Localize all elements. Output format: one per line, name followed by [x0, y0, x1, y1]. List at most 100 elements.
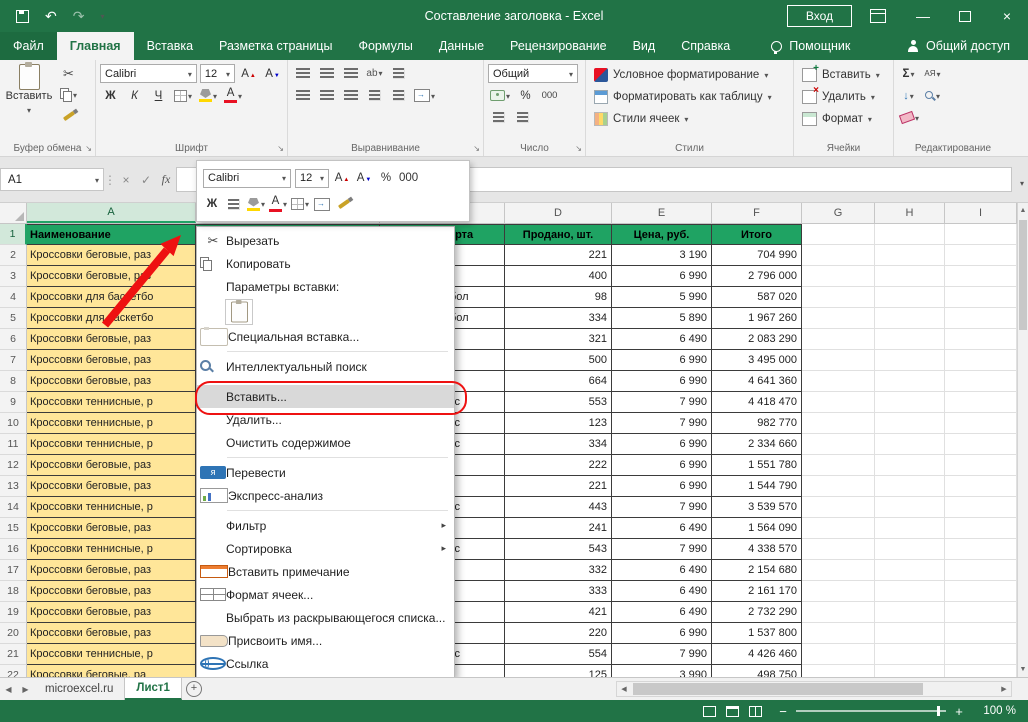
- cell-D3[interactable]: 400: [505, 266, 612, 287]
- cell-D20[interactable]: 220: [505, 623, 612, 644]
- cell-F12[interactable]: 1 551 780: [712, 455, 802, 476]
- cell-H7[interactable]: [875, 350, 945, 371]
- cell-F21[interactable]: 4 426 460: [712, 644, 802, 665]
- cell-D2[interactable]: 221: [505, 245, 612, 266]
- row-header-5[interactable]: 5: [0, 308, 27, 329]
- cell-D18[interactable]: 333: [505, 581, 612, 602]
- cell-E12[interactable]: 6 990: [612, 455, 712, 476]
- context-menu-item-cut[interactable]: Вырезать: [197, 229, 454, 252]
- cell-F15[interactable]: 1 564 090: [712, 518, 802, 539]
- mini-format-painter-button[interactable]: [335, 194, 353, 214]
- column-header-D[interactable]: D: [505, 203, 612, 223]
- fill-color-button[interactable]: [197, 86, 219, 105]
- delete-cells-button[interactable]: Удалить: [798, 86, 889, 108]
- align-middle-button[interactable]: [316, 64, 337, 83]
- row-header-12[interactable]: 12: [0, 455, 27, 476]
- cell-G4[interactable]: [802, 287, 875, 308]
- cell-A15[interactable]: Кроссовки беговые, раз: [27, 518, 196, 539]
- cell-E1[interactable]: Цена, руб.: [612, 224, 712, 245]
- cell-H9[interactable]: [875, 392, 945, 413]
- share-button[interactable]: Общий доступ: [907, 32, 1028, 60]
- tab-5[interactable]: Данные: [426, 32, 497, 60]
- cell-A16[interactable]: Кроссовки теннисные, р: [27, 539, 196, 560]
- cell-G13[interactable]: [802, 476, 875, 497]
- column-header-F[interactable]: F: [712, 203, 802, 223]
- insert-function-icon[interactable]: fx: [156, 172, 176, 187]
- font-name-combo[interactable]: Calibri: [100, 64, 197, 83]
- enter-icon[interactable]: ✓: [136, 173, 156, 187]
- ribbon-display-options-icon[interactable]: [870, 9, 886, 23]
- cell-I8[interactable]: [945, 371, 1017, 392]
- cell-F13[interactable]: 1 544 790: [712, 476, 802, 497]
- font-dialog-launcher-icon[interactable]: [277, 144, 284, 153]
- cell-G18[interactable]: [802, 581, 875, 602]
- cell-A19[interactable]: Кроссовки беговые, раз: [27, 602, 196, 623]
- row-header-1[interactable]: 1: [0, 224, 27, 245]
- cell-H2[interactable]: [875, 245, 945, 266]
- context-menu-item-paste-option[interactable]: [197, 298, 454, 325]
- save-icon[interactable]: [16, 10, 29, 23]
- cell-A17[interactable]: Кроссовки беговые, раз: [27, 560, 196, 581]
- cell-I1[interactable]: [945, 224, 1017, 245]
- cell-A9[interactable]: Кроссовки теннисные, р: [27, 392, 196, 413]
- align-top-button[interactable]: [292, 64, 313, 83]
- context-menu-item-link[interactable]: Ссылка: [197, 652, 454, 675]
- cell-I11[interactable]: [945, 434, 1017, 455]
- increase-indent-button[interactable]: [388, 86, 409, 105]
- cell-H22[interactable]: [875, 665, 945, 677]
- cell-E6[interactable]: 6 490: [612, 329, 712, 350]
- cell-H13[interactable]: [875, 476, 945, 497]
- cell-E3[interactable]: 6 990: [612, 266, 712, 287]
- cell-E14[interactable]: 7 990: [612, 497, 712, 518]
- cell-I9[interactable]: [945, 392, 1017, 413]
- cancel-icon[interactable]: ×: [116, 173, 136, 187]
- cell-G1[interactable]: [802, 224, 875, 245]
- cell-H3[interactable]: [875, 266, 945, 287]
- font-color-button[interactable]: А: [222, 86, 244, 105]
- cell-A2[interactable]: Кроссовки беговые, раз: [27, 245, 196, 266]
- cell-G2[interactable]: [802, 245, 875, 266]
- cell-F4[interactable]: 587 020: [712, 287, 802, 308]
- tab-2[interactable]: Вставка: [134, 32, 206, 60]
- assistant-button[interactable]: Помощник: [771, 32, 850, 60]
- align-center-button[interactable]: [316, 86, 337, 105]
- cell-D15[interactable]: 241: [505, 518, 612, 539]
- cell-H18[interactable]: [875, 581, 945, 602]
- cell-I22[interactable]: [945, 665, 1017, 677]
- context-menu-item-clear-contents[interactable]: Очистить содержимое: [197, 431, 454, 454]
- context-menu-item-insert-comment[interactable]: Вставить примечание: [197, 560, 454, 583]
- cell-G5[interactable]: [802, 308, 875, 329]
- cell-F22[interactable]: 498 750: [712, 665, 802, 677]
- cell-H17[interactable]: [875, 560, 945, 581]
- cell-A8[interactable]: Кроссовки беговые, раз: [27, 371, 196, 392]
- cell-I19[interactable]: [945, 602, 1017, 623]
- cell-styles-button[interactable]: Стили ячеек: [590, 108, 789, 130]
- cell-G17[interactable]: [802, 560, 875, 581]
- copy-button[interactable]: [58, 85, 79, 104]
- cell-I2[interactable]: [945, 245, 1017, 266]
- tab-8[interactable]: Справка: [668, 32, 743, 60]
- cell-G8[interactable]: [802, 371, 875, 392]
- autosum-button[interactable]: Σ: [898, 64, 919, 83]
- cut-button[interactable]: [58, 64, 79, 83]
- cell-E21[interactable]: 7 990: [612, 644, 712, 665]
- mini-grow-font-button[interactable]: А: [333, 168, 351, 188]
- scroll-down-icon[interactable]: [1018, 662, 1028, 677]
- cell-I17[interactable]: [945, 560, 1017, 581]
- redo-icon[interactable]: ↷: [73, 9, 85, 23]
- cell-E10[interactable]: 7 990: [612, 413, 712, 434]
- cell-I6[interactable]: [945, 329, 1017, 350]
- scroll-up-icon[interactable]: [1018, 203, 1028, 218]
- cell-A4[interactable]: Кроссовки для баскетбо: [27, 287, 196, 308]
- row-header-17[interactable]: 17: [0, 560, 27, 581]
- insert-cells-button[interactable]: Вставить: [798, 64, 889, 86]
- shrink-font-button[interactable]: А: [262, 64, 283, 83]
- mini-font-name-combo[interactable]: Calibri: [203, 169, 291, 188]
- name-box[interactable]: A1: [0, 168, 104, 191]
- cell-F3[interactable]: 2 796 000: [712, 266, 802, 287]
- scroll-right-icon[interactable]: ▶: [997, 685, 1011, 693]
- cell-G9[interactable]: [802, 392, 875, 413]
- cell-D12[interactable]: 222: [505, 455, 612, 476]
- cell-I13[interactable]: [945, 476, 1017, 497]
- cell-H12[interactable]: [875, 455, 945, 476]
